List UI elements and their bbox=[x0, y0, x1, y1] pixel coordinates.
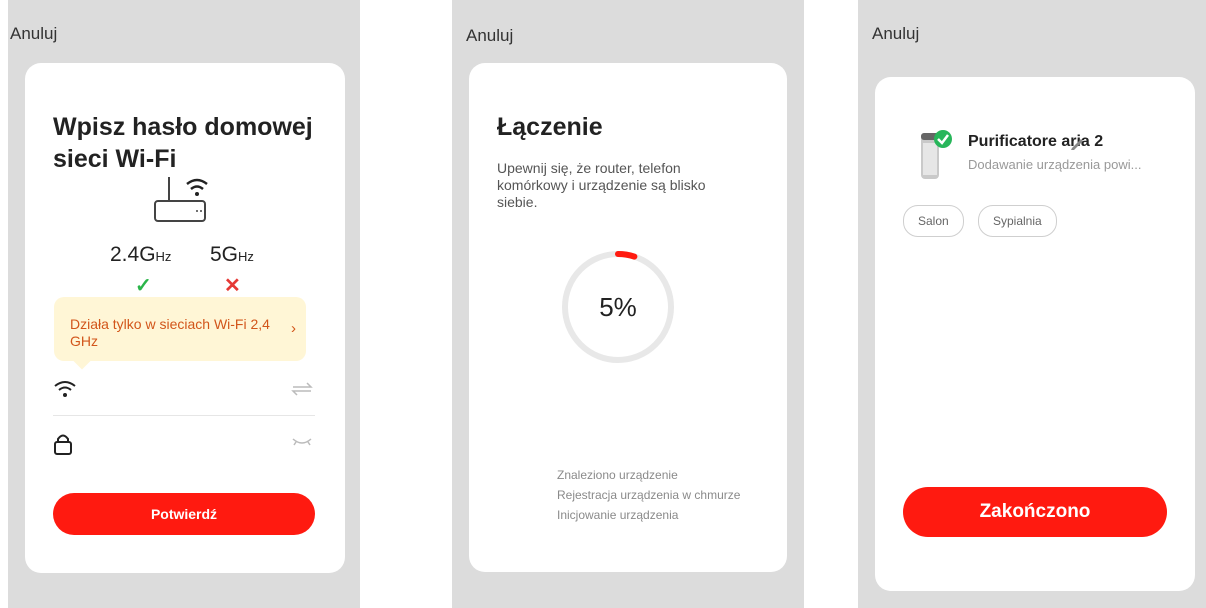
step-item: Znaleziono urządzenie bbox=[557, 468, 678, 482]
swap-icon[interactable] bbox=[291, 381, 313, 397]
connecting-description: Upewnij się, że router, telefon komórkow… bbox=[497, 160, 706, 210]
tip-pointer bbox=[73, 352, 91, 370]
screen-done: Anuluj Purificatore aria 2 Dodawanie urz… bbox=[858, 0, 1206, 608]
check-badge-icon bbox=[934, 130, 952, 148]
eye-closed-icon[interactable] bbox=[291, 435, 313, 449]
confirm-button[interactable]: Potwierdź bbox=[53, 493, 315, 535]
screen-connecting: Anuluj Łączenie Upewnij się, że router, … bbox=[452, 0, 804, 608]
wifi-card: Wpisz hasło domowej sieci Wi-Fi 2.4GHz 5… bbox=[25, 63, 345, 573]
cross-icon: ✕ bbox=[224, 275, 241, 297]
password-field[interactable] bbox=[53, 425, 315, 469]
screen-wifi-password: Anuluj Wpisz hasło domowej sieci Wi-Fi 2… bbox=[8, 0, 360, 608]
cancel-button[interactable]: Anuluj bbox=[466, 26, 513, 46]
tip-text: Działa tylko w sieciach Wi-Fi 2,4 GHz bbox=[70, 316, 270, 349]
ssid-field[interactable] bbox=[53, 371, 315, 416]
room-chip-salon[interactable]: Salon bbox=[903, 205, 964, 237]
page-title: Łączenie bbox=[497, 113, 603, 141]
cancel-button[interactable]: Anuluj bbox=[872, 24, 919, 44]
wifi-icon bbox=[54, 381, 76, 397]
room-chip-sypialnia[interactable]: Sypialnia bbox=[978, 205, 1057, 237]
freq-24-label: 2.4GHz bbox=[110, 243, 172, 266]
progress-percent: 5% bbox=[599, 292, 637, 322]
step-item: Inicjowanie urządzenia bbox=[557, 508, 679, 522]
pencil-icon[interactable] bbox=[1069, 135, 1085, 151]
router-icon bbox=[154, 177, 208, 222]
chevron-right-icon: › bbox=[291, 320, 296, 337]
step-item: Rejestracja urządzenia w chmurze bbox=[557, 488, 741, 502]
device-card: Purificatore aria 2 Dodawanie urządzenia… bbox=[875, 77, 1195, 591]
page-title: Wpisz hasło domowej sieci Wi-Fi bbox=[53, 113, 313, 173]
lock-icon bbox=[54, 434, 72, 455]
purifier-icon bbox=[921, 130, 952, 179]
freq-5-label: 5GHz bbox=[210, 243, 254, 266]
device-status: Dodawanie urządzenia powi... bbox=[968, 157, 1142, 172]
finish-button[interactable]: Zakończono bbox=[903, 487, 1167, 537]
connecting-card: Łączenie Upewnij się, że router, telefon… bbox=[469, 63, 787, 572]
tip-banner[interactable]: Działa tylko w sieciach Wi-Fi 2,4 GHz › bbox=[54, 297, 306, 370]
cancel-button[interactable]: Anuluj bbox=[10, 24, 57, 44]
check-icon: ✓ bbox=[135, 275, 152, 297]
progress-steps: Znaleziono urządzenie Rejestracja urządz… bbox=[557, 465, 740, 525]
